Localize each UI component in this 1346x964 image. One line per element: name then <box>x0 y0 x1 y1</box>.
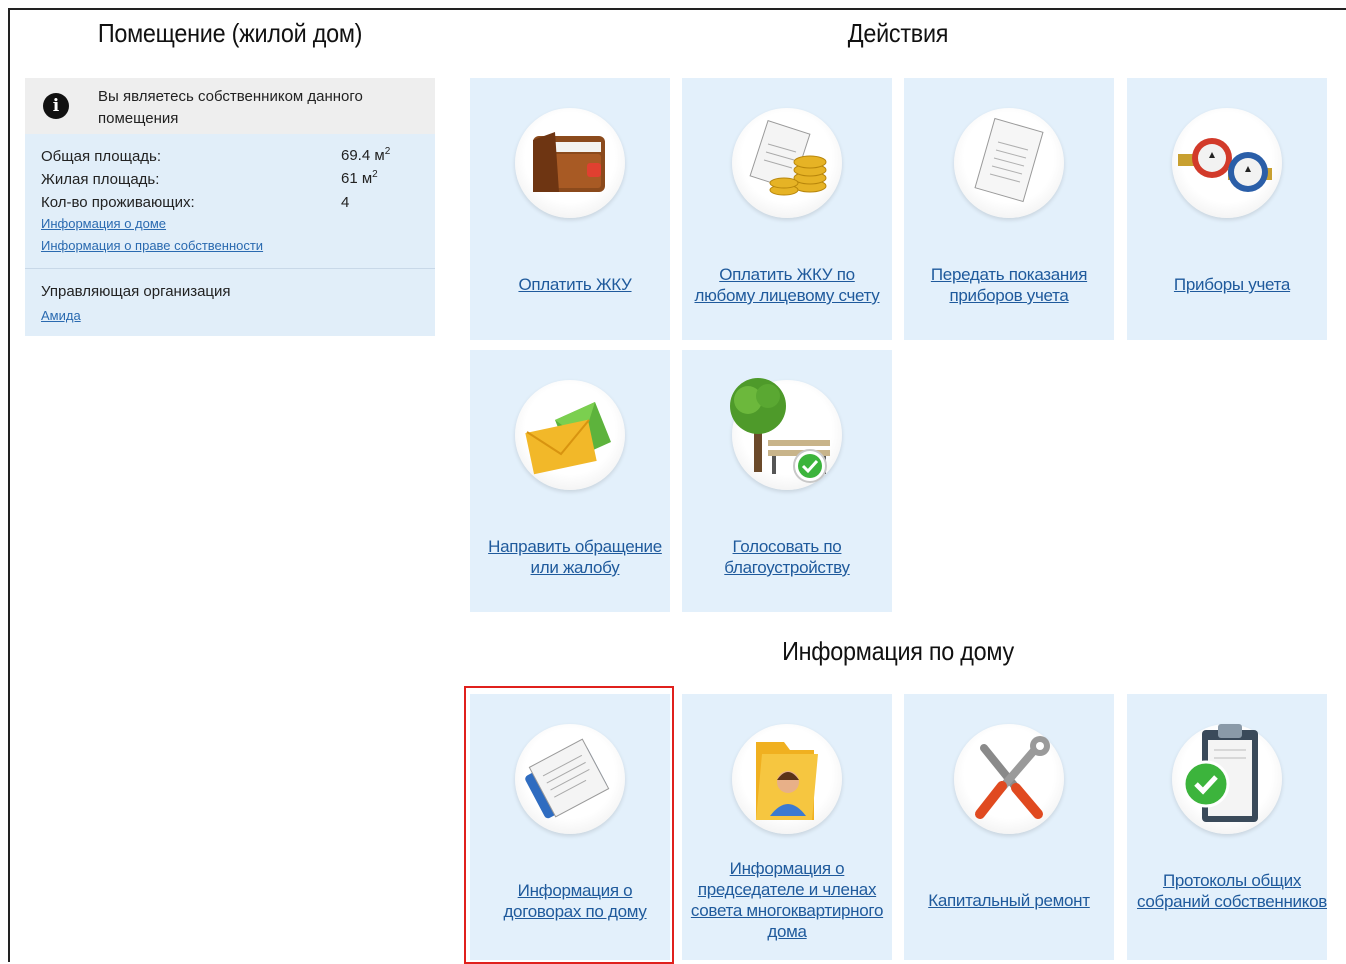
meeting-protocols-link[interactable]: Протоколы общих собраний собственников <box>1135 870 1329 912</box>
water-meter-icon <box>1178 138 1272 192</box>
pay-any-account-link[interactable]: Оплатить ЖКУ по любому лицевому счету <box>690 264 884 306</box>
house-info-link[interactable]: Информация о доме <box>41 216 166 231</box>
owner-notice-text: Вы являетесь собственником данного помещ… <box>98 88 363 127</box>
council-info-link[interactable]: Информация о председателе и членах совет… <box>690 858 884 942</box>
actions-title: Действия <box>847 18 949 48</box>
frame-left-border <box>8 8 10 962</box>
residents-count-value: 4 <box>341 194 350 211</box>
premises-title: Помещение (жилой дом) <box>97 18 363 48</box>
pay-utilities-link[interactable]: Оплатить ЖКУ <box>478 274 672 295</box>
frame-top-border <box>8 8 1346 10</box>
send-appeal-link[interactable]: Направить обращение или жалобу <box>478 536 672 578</box>
premises-panel: i Вы являетесь собственником данного пом… <box>25 78 435 336</box>
meters-link[interactable]: Приборы учета <box>1135 274 1329 295</box>
pay-utilities-card[interactable]: Оплатить ЖКУ <box>470 78 670 340</box>
management-org-label: Управляющая организация <box>41 283 231 300</box>
tree-bench-icon <box>730 378 830 483</box>
bill-coins-icon <box>749 119 827 196</box>
wallet-icon <box>533 132 605 192</box>
house-info-title: Информация по дому <box>782 636 1014 666</box>
capital-repair-card[interactable]: Капитальный ремонт <box>904 694 1114 960</box>
readings-paper-icon <box>974 117 1044 203</box>
ownership-info-link[interactable]: Информация о праве собственности <box>41 238 263 253</box>
living-area-label: Жилая площадь: <box>41 171 160 188</box>
total-area-label: Общая площадь: <box>41 148 162 165</box>
clipboard-check-icon <box>1182 724 1258 822</box>
living-area-value: 61 м2 <box>341 169 378 187</box>
residents-count-label: Кол-во проживающих: <box>41 194 195 211</box>
pay-any-account-card[interactable]: Оплатить ЖКУ по любому лицевому счету <box>682 78 892 340</box>
folder-person-icon <box>756 742 818 820</box>
council-info-card[interactable]: Информация о председателе и членах совет… <box>682 694 892 960</box>
tools-icon <box>975 736 1050 819</box>
info-icon: i <box>43 93 69 119</box>
meeting-protocols-card[interactable]: Протоколы общих собраний собственников <box>1127 694 1327 960</box>
submit-readings-card[interactable]: Передать показания приборов учета <box>904 78 1114 340</box>
submit-readings-link[interactable]: Передать показания приборов учета <box>912 264 1106 306</box>
capital-repair-link[interactable]: Капитальный ремонт <box>912 890 1106 911</box>
total-area-value: 69.4 м2 <box>341 146 391 164</box>
owner-notice: i Вы являетесь собственником данного пом… <box>25 78 435 134</box>
send-appeal-card[interactable]: Направить обращение или жалобу <box>470 350 670 612</box>
vote-improvement-card[interactable]: Голосовать по благоустройству <box>682 350 892 612</box>
meters-card[interactable]: Приборы учета <box>1127 78 1327 340</box>
panel-divider <box>25 268 435 269</box>
vote-improvement-link[interactable]: Голосовать по благоустройству <box>690 536 884 578</box>
envelope-icon <box>525 402 611 475</box>
selection-highlight <box>464 686 674 964</box>
management-org-link[interactable]: Амида <box>41 308 81 323</box>
